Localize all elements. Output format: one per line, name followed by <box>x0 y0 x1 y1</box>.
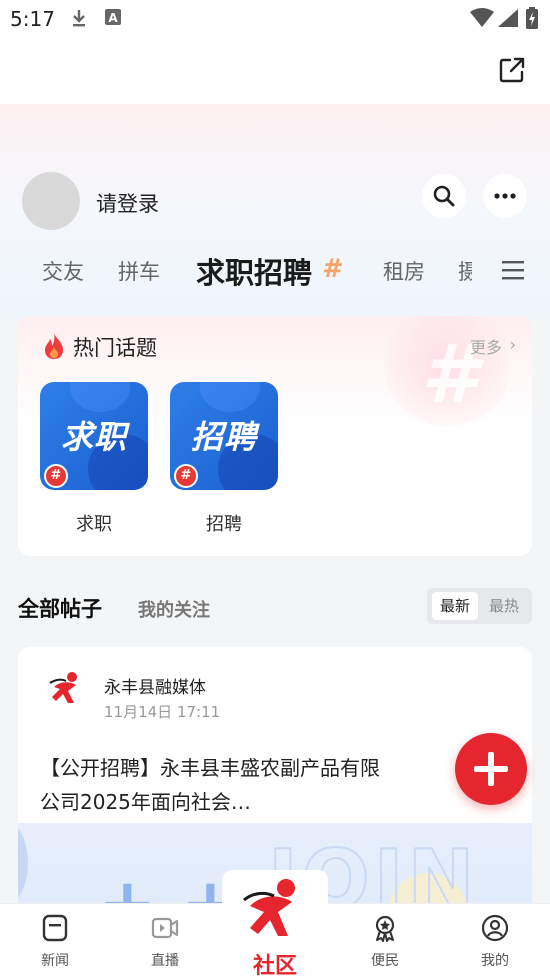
wifi-icon <box>470 8 494 27</box>
sort-hot-button[interactable]: 最热 <box>481 592 527 620</box>
fire-icon <box>45 333 63 359</box>
tab-carpool[interactable]: 拼车 <box>118 256 160 286</box>
topic-image: 招聘 # <box>170 382 278 490</box>
battery-icon <box>526 7 538 29</box>
hashtag-badge-icon: # <box>174 464 198 488</box>
topic-image-text: 求职 <box>60 418 127 456</box>
signal-icon <box>498 9 518 27</box>
share-icon[interactable] <box>498 56 526 84</box>
tab-jobs[interactable]: 求职招聘 <box>196 250 312 292</box>
post-author[interactable]: 永丰县融媒体 <box>104 673 206 698</box>
community-logo-icon <box>243 879 295 936</box>
hashtag-badge-icon: # <box>44 464 68 488</box>
top-bar <box>0 36 550 104</box>
tab-my-follows[interactable]: 我的关注 <box>138 596 210 622</box>
tab-rent[interactable]: 租房 <box>383 256 425 286</box>
nav-item-service[interactable]: 便民 <box>345 914 425 970</box>
service-icon <box>375 915 395 942</box>
menu-icon[interactable] <box>502 260 524 280</box>
more-button[interactable] <box>483 174 527 218</box>
topic-item[interactable]: 招聘 # 招聘 <box>170 382 278 536</box>
nav-label: 新闻 <box>41 953 69 969</box>
more-icon <box>494 193 516 199</box>
avatar[interactable] <box>22 172 80 230</box>
nav-item-profile[interactable]: 我的 <box>455 914 535 970</box>
sort-toggle: 最新 最热 <box>427 588 532 624</box>
nav-label: 我的 <box>481 953 509 969</box>
author-logo-icon <box>49 672 77 703</box>
post-title[interactable]: 【公开招聘】永丰县丰盛农副产品有限公司2025年面向社会… <box>40 751 380 819</box>
topic-item[interactable]: 求职 # 求职 <box>40 382 148 536</box>
community-header: 请登录 交友 拼车 求职招聘 # 租房 摄 <box>0 104 550 319</box>
decorative-hash-icon: # <box>421 328 477 421</box>
tab-photo[interactable]: 摄 <box>458 256 472 286</box>
status-bar: 5:17 A <box>0 0 550 36</box>
bottom-nav: 新闻 直播 社区 便民 我的 <box>0 870 550 979</box>
a-icon: A <box>105 9 121 25</box>
login-link[interactable]: 请登录 <box>96 188 159 218</box>
hashtag-icon: # <box>322 254 341 284</box>
live-icon <box>151 917 179 939</box>
tab-all-posts[interactable]: 全部帖子 <box>18 593 102 623</box>
nav-item-community[interactable]: 社区 <box>222 870 328 979</box>
nav-label: 便民 <box>371 953 399 969</box>
sort-latest-button[interactable]: 最新 <box>432 592 478 620</box>
search-button[interactable] <box>422 174 466 218</box>
tab-friends[interactable]: 交友 <box>42 256 84 286</box>
svg-text:A: A <box>108 11 118 25</box>
nav-label: 直播 <box>151 953 179 969</box>
nav-item-live[interactable]: 直播 <box>125 914 205 970</box>
chevron-right-icon[interactable]: › <box>510 335 516 354</box>
nav-label: 社区 <box>252 954 297 979</box>
post-time: 11月14日 17:11 <box>104 703 221 721</box>
search-icon <box>433 185 455 207</box>
create-post-button[interactable] <box>455 733 527 805</box>
topic-image-text: 招聘 <box>190 418 257 456</box>
download-icon <box>73 10 85 27</box>
category-tabs: 交友 拼车 求职招聘 # 租房 摄 <box>0 250 550 290</box>
topic-label: 招聘 <box>206 514 242 535</box>
profile-icon <box>481 914 509 942</box>
status-time: 5:17 <box>10 7 55 31</box>
hot-topics-title: 热门话题 <box>73 336 157 360</box>
news-icon <box>42 914 68 942</box>
hot-topics-card: # 热门话题 更多 › 求职 # 求职 招聘 # 招聘 <box>18 316 532 556</box>
topic-label: 求职 <box>76 514 112 535</box>
hot-topics-more[interactable]: 更多 <box>470 334 502 358</box>
topic-image: 求职 # <box>40 382 148 490</box>
nav-item-news[interactable]: 新闻 <box>15 914 95 970</box>
